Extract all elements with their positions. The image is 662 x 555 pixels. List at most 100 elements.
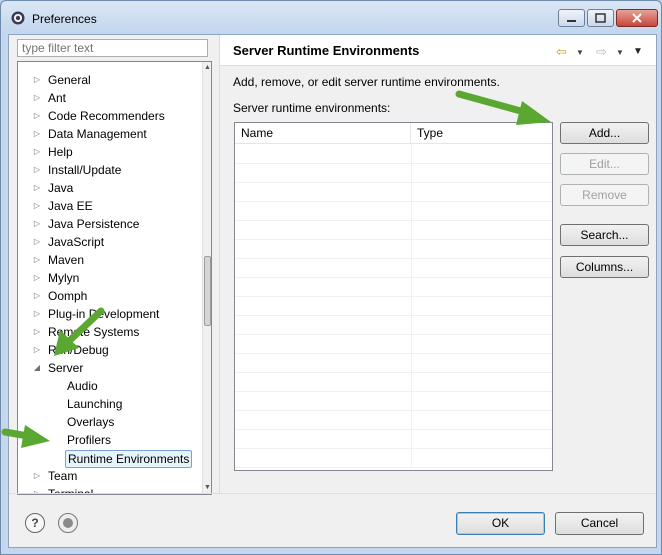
collapsed-triangle-icon[interactable]: ▷ xyxy=(31,305,43,323)
tree-item-mylyn[interactable]: ▷ Mylyn xyxy=(31,269,79,287)
tree-item-general[interactable]: ▷ General xyxy=(31,71,91,89)
table-row[interactable] xyxy=(235,353,552,373)
collapsed-triangle-icon[interactable]: ▷ xyxy=(31,269,43,287)
tree-item-code-recommenders[interactable]: ▷ Code Recommenders xyxy=(31,107,165,125)
window-title: Preferences xyxy=(32,12,97,26)
pane-divider[interactable] xyxy=(219,35,220,493)
collapsed-triangle-icon[interactable]: ▷ xyxy=(31,71,43,89)
table-cell xyxy=(235,182,412,201)
maximize-button[interactable] xyxy=(587,9,614,27)
collapsed-triangle-icon[interactable]: ▷ xyxy=(31,251,43,269)
tree-item-run-debug[interactable]: ▷ Run/Debug xyxy=(31,341,109,359)
table-cell xyxy=(235,296,412,315)
tree-item-launching[interactable]: Launching xyxy=(67,395,122,413)
tree-item-help[interactable]: ▷ Help xyxy=(31,143,73,161)
preferences-window: Preferences ▷Terminal▷TeamRuntime Enviro… xyxy=(0,0,662,555)
tree-item-label: Data Management xyxy=(48,127,147,141)
tree-item-runtime-environments[interactable]: Runtime Environments xyxy=(65,450,193,468)
edit-button[interactable]: Edit... xyxy=(560,153,649,175)
tree-item-data-management[interactable]: ▷ Data Management xyxy=(31,125,147,143)
filter-input[interactable] xyxy=(17,39,208,57)
table-cell xyxy=(235,239,412,258)
tree-item-team[interactable]: ▷ Team xyxy=(31,467,77,485)
collapsed-triangle-icon[interactable]: ▷ xyxy=(31,197,43,215)
tree-item-install-update[interactable]: ▷ Install/Update xyxy=(31,161,121,179)
collapsed-triangle-icon[interactable]: ▷ xyxy=(31,161,43,179)
table-row[interactable] xyxy=(235,429,552,449)
tree-item-label: Overlays xyxy=(67,415,115,429)
title-bar[interactable]: Preferences xyxy=(1,1,661,35)
collapsed-triangle-icon[interactable]: ▷ xyxy=(31,179,43,197)
collapsed-triangle-icon[interactable]: ▷ xyxy=(31,107,43,125)
back-arrow-icon[interactable]: ⇦ xyxy=(556,44,567,60)
columns-button[interactable]: Columns... xyxy=(560,256,649,278)
runtime-table[interactable]: Name Type xyxy=(234,122,553,471)
table-cell xyxy=(235,353,412,372)
table-row[interactable] xyxy=(235,410,552,430)
record-icon[interactable] xyxy=(58,513,78,533)
table-row[interactable] xyxy=(235,144,552,164)
table-row[interactable] xyxy=(235,448,552,468)
tree-item-oomph[interactable]: ▷ Oomph xyxy=(31,287,87,305)
table-row[interactable] xyxy=(235,201,552,221)
table-row[interactable] xyxy=(235,182,552,202)
tree-item-maven[interactable]: ▷ Maven xyxy=(31,251,84,269)
back-menu-icon[interactable]: ▼ xyxy=(576,48,584,57)
table-row[interactable] xyxy=(235,315,552,335)
table-row[interactable] xyxy=(235,220,552,240)
tree-item-java[interactable]: ▷ Java xyxy=(31,179,73,197)
table-row[interactable] xyxy=(235,296,552,316)
column-header-type[interactable]: Type xyxy=(411,123,552,144)
table-row[interactable] xyxy=(235,239,552,259)
tree-item-overlays[interactable]: Overlays xyxy=(67,413,114,431)
tree-item-label: Runtime Environments xyxy=(68,452,190,466)
collapsed-triangle-icon[interactable]: ▷ xyxy=(31,233,43,251)
cancel-button[interactable]: Cancel xyxy=(555,512,644,535)
table-row[interactable] xyxy=(235,258,552,278)
add-button[interactable]: Add... xyxy=(560,122,649,144)
tree-item-javascript[interactable]: ▷ JavaScript xyxy=(31,233,104,251)
table-row[interactable] xyxy=(235,372,552,392)
help-icon[interactable]: ? xyxy=(25,513,45,533)
tree-item-remote-systems[interactable]: ▷ Remote Systems xyxy=(31,323,139,341)
collapsed-triangle-icon[interactable]: ▷ xyxy=(31,89,43,107)
close-button[interactable] xyxy=(616,9,658,27)
ok-button[interactable]: OK xyxy=(456,512,545,535)
collapsed-triangle-icon[interactable]: ▷ xyxy=(31,467,43,485)
table-cell xyxy=(235,201,412,220)
table-row[interactable] xyxy=(235,163,552,183)
search-button[interactable]: Search... xyxy=(560,224,649,246)
expanded-triangle-icon[interactable]: ◢ xyxy=(31,359,43,377)
tree-item-java-persistence[interactable]: ▷ Java Persistence xyxy=(31,215,139,233)
minimize-button[interactable] xyxy=(558,9,585,27)
collapsed-triangle-icon[interactable]: ▷ xyxy=(31,143,43,161)
tree-item-plug-in-development[interactable]: ▷ Plug-in Development xyxy=(31,305,159,323)
table-row[interactable] xyxy=(235,334,552,354)
scroll-up-icon[interactable]: ▲ xyxy=(203,62,211,74)
tree-scrollbar[interactable]: ▲ ▼ xyxy=(202,62,211,494)
remove-button[interactable]: Remove xyxy=(560,184,649,206)
table-cell xyxy=(235,334,412,353)
collapsed-triangle-icon[interactable]: ▷ xyxy=(31,215,43,233)
table-row[interactable] xyxy=(235,391,552,411)
forward-arrow-icon[interactable]: ⇨ xyxy=(596,44,607,60)
table-cell xyxy=(235,163,412,182)
page-header: Server Runtime Environments ⇦ ▼ ⇨ ▼ ▼ xyxy=(220,35,656,66)
scroll-thumb[interactable] xyxy=(204,256,211,326)
tree-item-audio[interactable]: Audio xyxy=(67,377,98,395)
collapsed-triangle-icon[interactable]: ▷ xyxy=(31,323,43,341)
tree-item-ant[interactable]: ▷ Ant xyxy=(31,89,66,107)
tree-item-profilers[interactable]: Profilers xyxy=(67,431,111,449)
forward-menu-icon[interactable]: ▼ xyxy=(616,48,624,57)
table-cell xyxy=(235,220,412,239)
view-menu-icon[interactable]: ▼ xyxy=(633,46,643,57)
collapsed-triangle-icon[interactable]: ▷ xyxy=(31,341,43,359)
maximize-icon xyxy=(595,13,606,23)
tree-item-server[interactable]: ◢ Server xyxy=(31,359,83,377)
collapsed-triangle-icon[interactable]: ▷ xyxy=(31,287,43,305)
tree-item-java-ee[interactable]: ▷ Java EE xyxy=(31,197,93,215)
table-row[interactable] xyxy=(235,277,552,297)
tree-item-label: Java Persistence xyxy=(48,217,140,231)
collapsed-triangle-icon[interactable]: ▷ xyxy=(31,125,43,143)
column-header-name[interactable]: Name xyxy=(235,123,411,144)
